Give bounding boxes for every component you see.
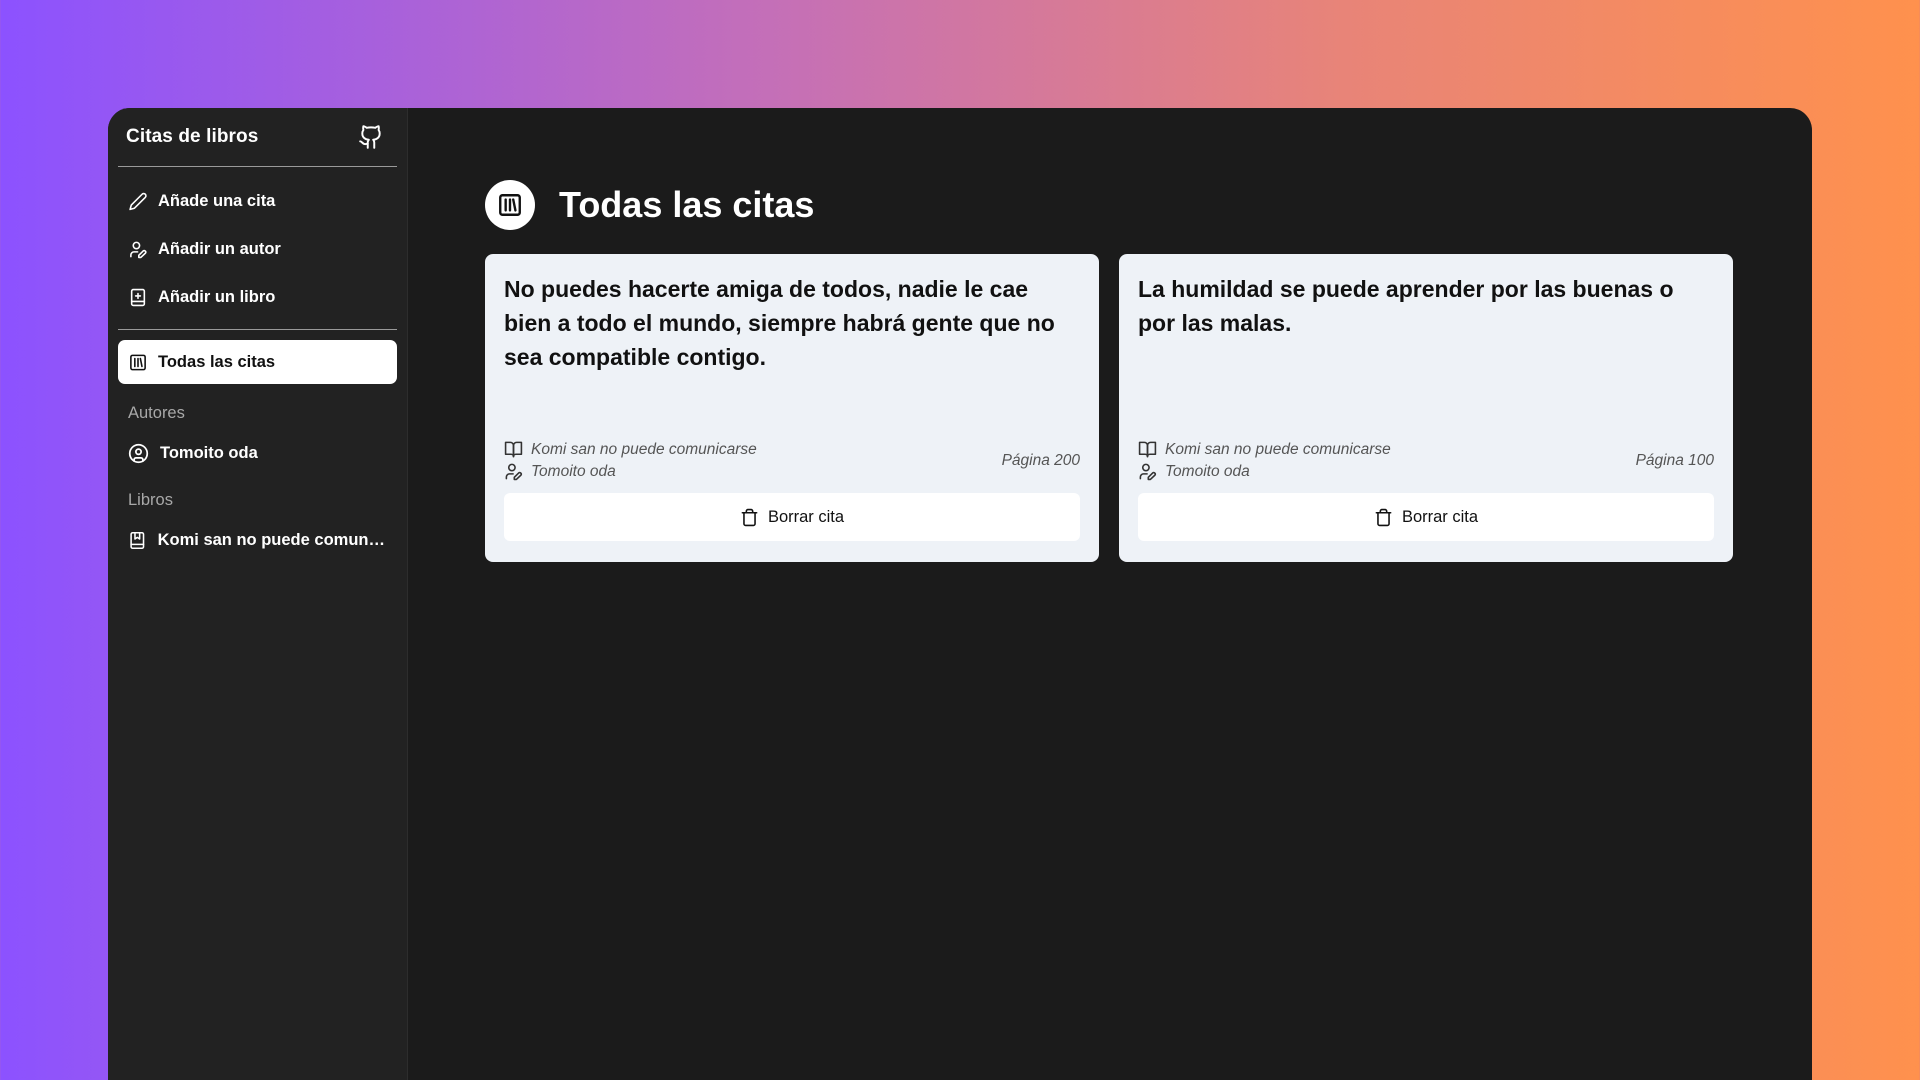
delete-quote-label: Borrar cita — [767, 507, 845, 526]
book-item-label: Komi san no puede comunicarse — [157, 530, 387, 549]
quote-text: No puedes hacerte amiga de todos, nadie … — [504, 276, 1055, 370]
user-circle-icon — [128, 443, 149, 463]
nav-add-author[interactable]: Añadir un autor — [118, 227, 397, 271]
quote-page: Página 100 — [1635, 451, 1714, 469]
quote-text: La humildad se puede aprender por las bu… — [1138, 276, 1674, 336]
nav-add-book[interactable]: Añadir un libro — [118, 275, 397, 319]
author-item[interactable]: Tomoito oda — [118, 431, 397, 475]
github-icon[interactable] — [357, 123, 385, 151]
library-icon — [485, 180, 535, 230]
quote-cards: No puedes hacerte amiga de todos, nadie … — [485, 254, 1734, 562]
sidebar-header: Citas de libros — [118, 108, 397, 167]
nav-add-quote[interactable]: Añade una cita — [118, 179, 397, 223]
nav-all-quotes-label: Todas las citas — [158, 352, 276, 371]
main-content: Todas las citas No puedes hacerte amiga … — [408, 108, 1812, 1080]
nav-add-book-label: Añadir un libro — [158, 287, 276, 306]
page-header: Todas las citas — [485, 180, 1734, 230]
quote-card: La humildad se puede aprender por las bu… — [1119, 254, 1733, 562]
app-window: Citas de libros Añade una cita Añadir un… — [108, 108, 1812, 1080]
nav-list: Añade una cita Añadir un autor Añadir un… — [118, 167, 397, 330]
quote-meta: Komi san no puede comunicarse Tomoito od… — [504, 440, 1080, 481]
book-item[interactable]: Komi san no puede comunicarse — [118, 518, 397, 562]
delete-quote-label: Borrar cita — [1401, 507, 1479, 526]
book-open-icon — [504, 441, 523, 458]
delete-quote-button[interactable]: Borrar cita — [504, 493, 1080, 541]
quote-meta: Komi san no puede comunicarse Tomoito od… — [1138, 440, 1714, 481]
nav-add-author-label: Añadir un autor — [158, 239, 281, 258]
pencil-icon — [129, 192, 147, 210]
library-icon — [130, 354, 146, 370]
delete-quote-button[interactable]: Borrar cita — [1138, 493, 1714, 541]
user-pen-icon — [1139, 463, 1157, 481]
quote-author: Tomoito oda — [531, 462, 616, 480]
book-open-icon — [1138, 441, 1157, 458]
trash-icon — [1375, 508, 1392, 526]
books-section-label: Libros — [128, 491, 173, 509]
quote-book: Komi san no puede comunicarse — [1165, 440, 1391, 458]
nav-add-quote-label: Añade una cita — [158, 191, 276, 210]
book-plus-icon — [130, 288, 146, 306]
user-pen-icon — [130, 241, 147, 258]
user-pen-icon — [505, 463, 523, 481]
quote-book: Komi san no puede comunicarse — [531, 440, 757, 458]
book-bookmark-icon — [130, 531, 145, 549]
page-title: Todas las citas — [559, 184, 815, 225]
quote-card: No puedes hacerte amiga de todos, nadie … — [485, 254, 1099, 562]
trash-icon — [741, 508, 758, 526]
app-title: Citas de libros — [126, 126, 259, 147]
sidebar: Citas de libros Añade una cita Añadir un… — [108, 108, 408, 1080]
nav-all-quotes[interactable]: Todas las citas — [118, 340, 397, 384]
author-item-label: Tomoito oda — [160, 443, 258, 462]
authors-section-label: Autores — [128, 404, 185, 422]
quote-page: Página 200 — [1001, 451, 1080, 469]
quote-author: Tomoito oda — [1165, 462, 1250, 480]
